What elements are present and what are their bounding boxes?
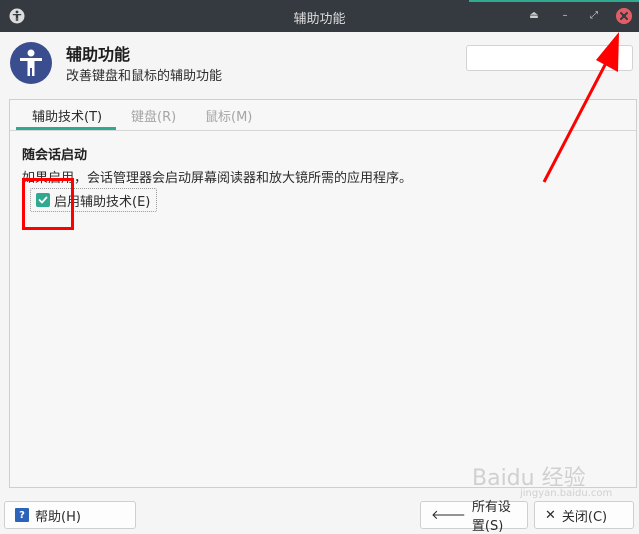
- annotation-arrow: [542, 32, 619, 183]
- x-icon: ✕: [545, 507, 556, 523]
- close-button[interactable]: ✕ 关闭(C): [534, 501, 634, 529]
- all-settings-button[interactable]: 🡐 所有设置(S): [420, 500, 528, 534]
- close-button-label: 关闭(C): [561, 509, 608, 525]
- help-icon: ?: [15, 508, 29, 522]
- arrow-left-icon: 🡐: [431, 508, 466, 523]
- help-button-label: 帮助(H): [35, 509, 81, 525]
- all-settings-label: 所有设置(S): [471, 500, 511, 534]
- watermark-url: jingyan.baidu.com: [520, 488, 613, 499]
- help-button[interactable]: ? 帮助(H): [4, 501, 136, 529]
